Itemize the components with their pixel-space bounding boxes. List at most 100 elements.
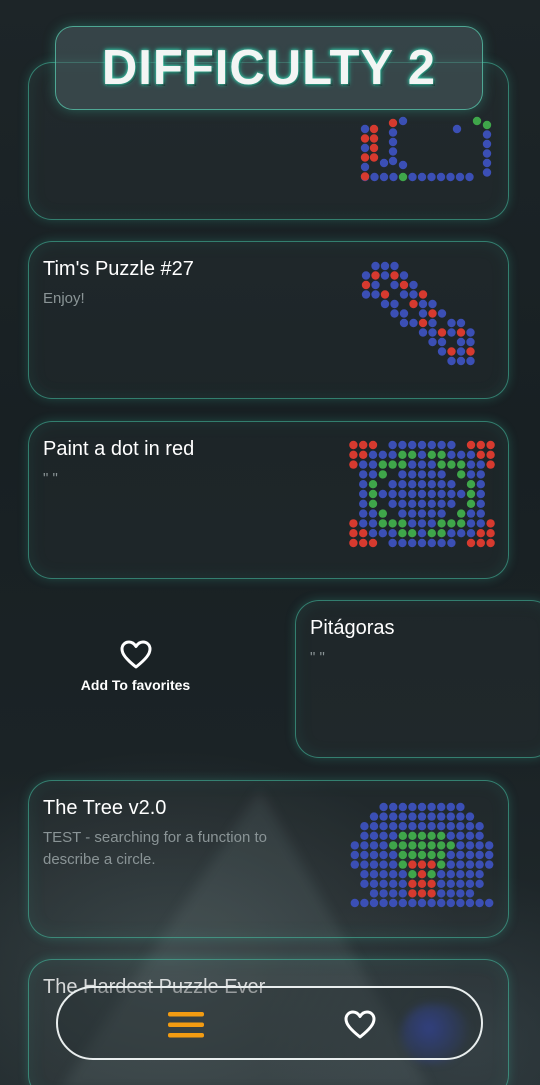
pixel-dot <box>427 889 436 898</box>
puzzle-description: Enjoy! <box>43 290 85 307</box>
pixel-dot <box>389 831 398 840</box>
pixel-dot <box>472 116 482 126</box>
pixel-dot <box>466 460 476 469</box>
pixel-dot <box>437 480 446 489</box>
hamburger-menu-icon <box>168 1012 204 1038</box>
pixel-dot <box>446 898 455 908</box>
pixel-dot <box>427 172 436 182</box>
pixel-dot <box>388 529 397 538</box>
pixel-dot <box>427 860 436 869</box>
pixel-dot <box>456 850 465 860</box>
pixel-dot <box>437 328 447 337</box>
pixel-dot <box>389 870 398 879</box>
pixel-dot <box>398 499 407 508</box>
pixel-dot <box>428 337 437 347</box>
pixel-dot <box>369 831 379 840</box>
pixel-dot <box>437 450 446 459</box>
pixel-dot <box>399 309 409 318</box>
pixel-dot <box>466 499 476 508</box>
pixel-dot <box>486 460 495 469</box>
menu-button[interactable] <box>166 1008 206 1042</box>
pixel-dot <box>482 130 492 139</box>
pixel-dot <box>359 489 368 499</box>
favorites-button[interactable] <box>340 1008 380 1042</box>
pixel-dot <box>446 172 455 182</box>
puzzle-card[interactable]: The Tree v2.0 TEST - searching for a fun… <box>28 780 509 938</box>
puzzle-title: Tim's Puzzle #27 <box>43 258 194 280</box>
pixel-dot <box>408 172 417 182</box>
pixel-dot <box>456 812 465 821</box>
pixel-dot <box>388 480 397 489</box>
pixel-dot <box>369 812 379 821</box>
pixel-dot <box>476 529 485 538</box>
pixel-dot <box>466 356 475 366</box>
pixel-dot <box>427 812 436 821</box>
pixel-dot <box>389 802 398 812</box>
pixel-dot <box>465 860 475 869</box>
pixel-dot <box>437 538 446 548</box>
pixel-dot <box>379 879 388 888</box>
pixel-dot <box>417 898 427 908</box>
pixel-dot <box>361 280 371 290</box>
pixel-dot <box>437 870 446 879</box>
pixel-dot <box>418 328 428 337</box>
pixel-dot <box>476 499 485 508</box>
pixel-dot <box>456 860 465 869</box>
pixel-dot <box>360 841 369 850</box>
pixel-dot <box>369 143 379 153</box>
pixel-dot <box>379 812 388 821</box>
pixel-dot <box>447 480 456 489</box>
pixel-dot <box>447 529 456 538</box>
pixel-dot <box>369 134 379 143</box>
puzzle-thumbnail <box>349 440 495 548</box>
pixel-dot <box>388 519 397 528</box>
puzzle-card[interactable]: Paint a dot in red " " <box>28 421 509 579</box>
pixel-dot <box>359 529 368 538</box>
puzzle-card[interactable]: Tim's Puzzle #27 Enjoy! <box>28 241 509 399</box>
pixel-dot <box>485 898 494 908</box>
pixel-dot <box>408 831 417 840</box>
pixel-dot <box>398 460 407 469</box>
pixel-dot <box>398 509 407 518</box>
pixel-dot <box>466 470 476 479</box>
pixel-dot <box>456 870 465 879</box>
pixel-dot <box>398 160 408 170</box>
pixel-dot <box>482 149 492 158</box>
pixel-dot <box>446 879 455 888</box>
pixel-dot <box>437 898 446 908</box>
pixel-dot <box>417 841 427 850</box>
pixel-dot <box>447 519 456 528</box>
pixel-dot <box>388 460 397 469</box>
pixel-dot <box>428 328 437 337</box>
pixel-dot <box>437 889 446 898</box>
pixel-dot <box>457 509 466 518</box>
pixel-dot <box>349 460 358 469</box>
pixel-dot <box>457 450 466 459</box>
pixel-dot <box>417 440 427 450</box>
pixel-dot <box>369 860 379 869</box>
pixel-dot <box>390 309 399 318</box>
pixel-dot <box>437 822 446 831</box>
pixel-dot <box>408 898 417 908</box>
pixel-dot <box>437 489 446 499</box>
pixel-dot <box>379 841 388 850</box>
pixel-dot <box>378 509 387 518</box>
puzzle-title: Pitágoras <box>310 617 395 639</box>
add-to-favorites-action[interactable]: Add To favorites <box>68 640 203 693</box>
pixel-dot <box>456 841 465 850</box>
pixel-dot <box>360 172 370 181</box>
pixel-dot <box>417 802 427 812</box>
pixel-dot <box>466 509 476 518</box>
pixel-dot <box>388 538 397 548</box>
pixel-dot <box>437 850 446 860</box>
pixel-dot <box>465 889 475 898</box>
pixel-dot <box>368 519 378 528</box>
pixel-dot <box>360 831 369 840</box>
puzzle-card-swiped[interactable]: Pitágoras " " <box>295 600 540 758</box>
pixel-dot <box>437 529 446 538</box>
pixel-dot <box>398 489 407 499</box>
pixel-dot <box>398 850 407 860</box>
pixel-dot <box>359 509 368 518</box>
pixel-dot <box>370 172 379 182</box>
pixel-dot <box>398 440 407 450</box>
